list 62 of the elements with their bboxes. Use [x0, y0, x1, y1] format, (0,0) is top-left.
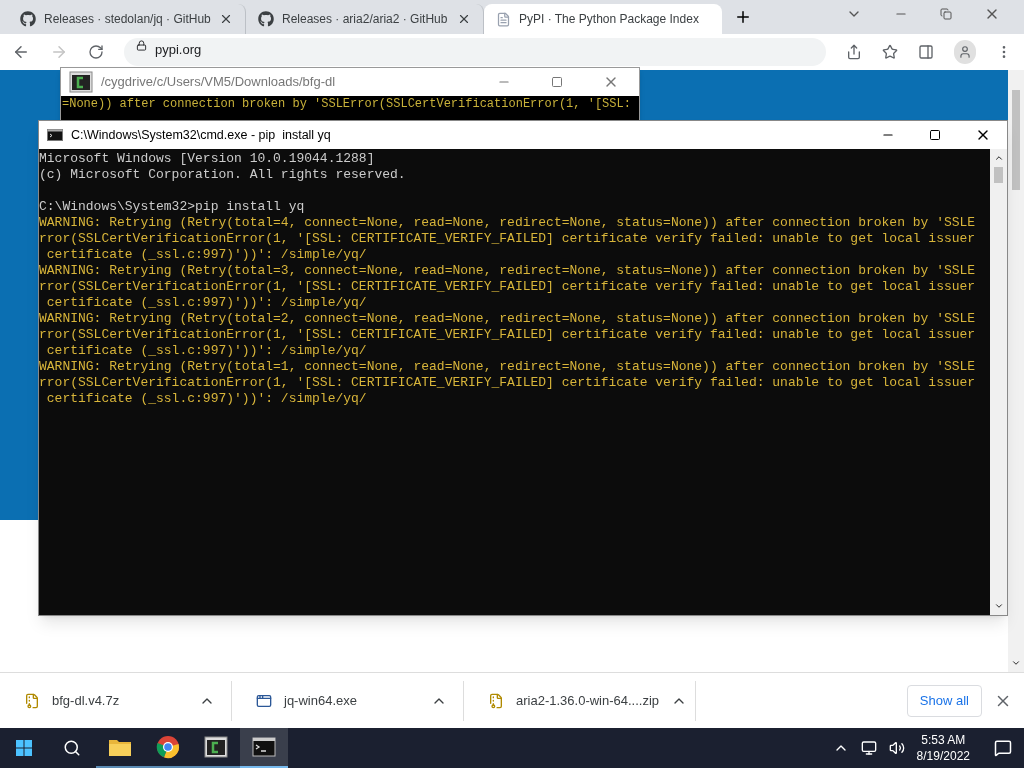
show-all-button[interactable]: Show all [906, 684, 982, 717]
console-line: certificate (_ssl.c:997)'))': /simple/yq/ [45, 247, 368, 263]
window-title: /cygdrive/c/Users/VM5/Downloads/bfg-dl [101, 73, 337, 92]
console-line: rror(SSLCertVerificationError(1, '[SSL: CERTIFICATE_VERIFY_FAILED] certificate verify failed: unable to get local issuer [39, 231, 977, 247]
scroll-up-icon[interactable] [993, 153, 1004, 163]
console-line: (c) Microsoft Corporation. All rights reserved. [39, 167, 407, 183]
tab-title: PyPI · The Python Package Index [519, 11, 700, 28]
console-line: certificate (_ssl.c:997)'))': /simple/yq/ [45, 295, 368, 311]
terminal-icon [204, 736, 228, 758]
console-line: WARNING: Retrying (Retry(total=2, connect=None, read=None, redirect=None, status=None)) after connection broken by 'SSLE [39, 311, 977, 327]
address-bar[interactable]: pypi.org [124, 38, 826, 66]
console-line: WARNING: Retrying (Retry(total=4, connect=None, read=None, redirect=None, status=None)) after connection broken by 'SSLE [39, 215, 977, 231]
folder-icon [108, 737, 132, 757]
console-line: WARNING: Retrying (Retry(total=3, connect=None, read=None, redirect=None, status=None)) after connection broken by 'SSLE [39, 263, 977, 279]
taskbar-app[interactable] [240, 728, 288, 768]
tab-title: Releases · aria2/aria2 · GitHub [282, 11, 449, 28]
console-line: Microsoft Windows [Version 10.0.19044.1288] [39, 151, 376, 167]
console-line: WARNING: Retrying (Retry(total=1, connect=None, read=None, redirect=None, status=None)) after connection broken by 'SSLE [39, 359, 977, 375]
terminal-line: =None)) after connection broken by 'SSLError(SSLCertVerificationError(1, '[SSL: [62, 96, 632, 112]
download-item[interactable]: bfg-dl.v4.7z [0, 680, 232, 721]
maximize-icon[interactable] [929, 129, 941, 141]
close-icon[interactable] [457, 12, 471, 26]
terminal-icon [69, 71, 93, 93]
volume-icon[interactable] [888, 740, 905, 756]
lock-icon [136, 40, 147, 51]
download-item[interactable]: aria2-1.36.0-win-64....zip [464, 680, 696, 721]
reload-icon[interactable] [88, 44, 104, 60]
github-icon [258, 11, 274, 27]
back-icon[interactable] [12, 43, 30, 61]
close-icon[interactable] [219, 12, 233, 26]
profile-icon[interactable] [953, 40, 976, 64]
github-icon [20, 11, 36, 27]
notification-icon[interactable] [994, 739, 1012, 757]
clock-time: 5:53 AM [921, 732, 966, 748]
console-line: certificate (_ssl.c:997)'))': /simple/yq/ [45, 391, 368, 407]
console-line: certificate (_ssl.c:997)'))': /simple/yq/ [45, 343, 368, 359]
scrollbar-thumb[interactable] [994, 167, 1003, 183]
console-line: rror(SSLCertVerificationError(1, '[SSL: CERTIFICATE_VERIFY_FAILED] certificate verify failed: unable to get local issuer [39, 279, 977, 295]
download-item[interactable]: jq-win64.exe [232, 680, 464, 721]
star-icon[interactable] [881, 44, 898, 60]
tab-title: Releases · stedolan/jq · GitHub [44, 11, 211, 28]
scroll-down-icon[interactable] [1011, 658, 1021, 668]
console-line: rror(SSLCertVerificationError(1, '[SSL: CERTIFICATE_VERIFY_FAILED] certificate verify failed: unable to get local issuer [39, 375, 977, 391]
page-icon [496, 11, 511, 27]
command-prompt-icon [47, 129, 63, 141]
archive-icon [24, 692, 40, 709]
new-tab-icon[interactable] [734, 8, 752, 26]
side-panel-icon[interactable] [917, 44, 934, 60]
scroll-down-icon[interactable] [993, 601, 1004, 611]
scrollbar-thumb[interactable] [1012, 90, 1020, 190]
network-icon[interactable] [860, 740, 877, 756]
console-line: C:\Windows\System32>pip install yq [39, 199, 306, 215]
command-prompt-icon [252, 737, 276, 757]
archive-icon [488, 692, 504, 709]
browser-tab[interactable]: PyPI · The Python Package Index [484, 4, 722, 34]
restore-icon[interactable] [940, 8, 952, 20]
window-title: C:\Windows\System32\cmd.exe - pip install yq [71, 126, 332, 144]
share-icon[interactable] [845, 44, 862, 60]
chrome-icon [156, 735, 180, 759]
clock-date: 8/19/2022 [916, 748, 970, 764]
console-line: rror(SSLCertVerificationError(1, '[SSL: CERTIFICATE_VERIFY_FAILED] certificate verify failed: unable to get local issuer [39, 327, 977, 343]
application-icon [256, 692, 272, 709]
